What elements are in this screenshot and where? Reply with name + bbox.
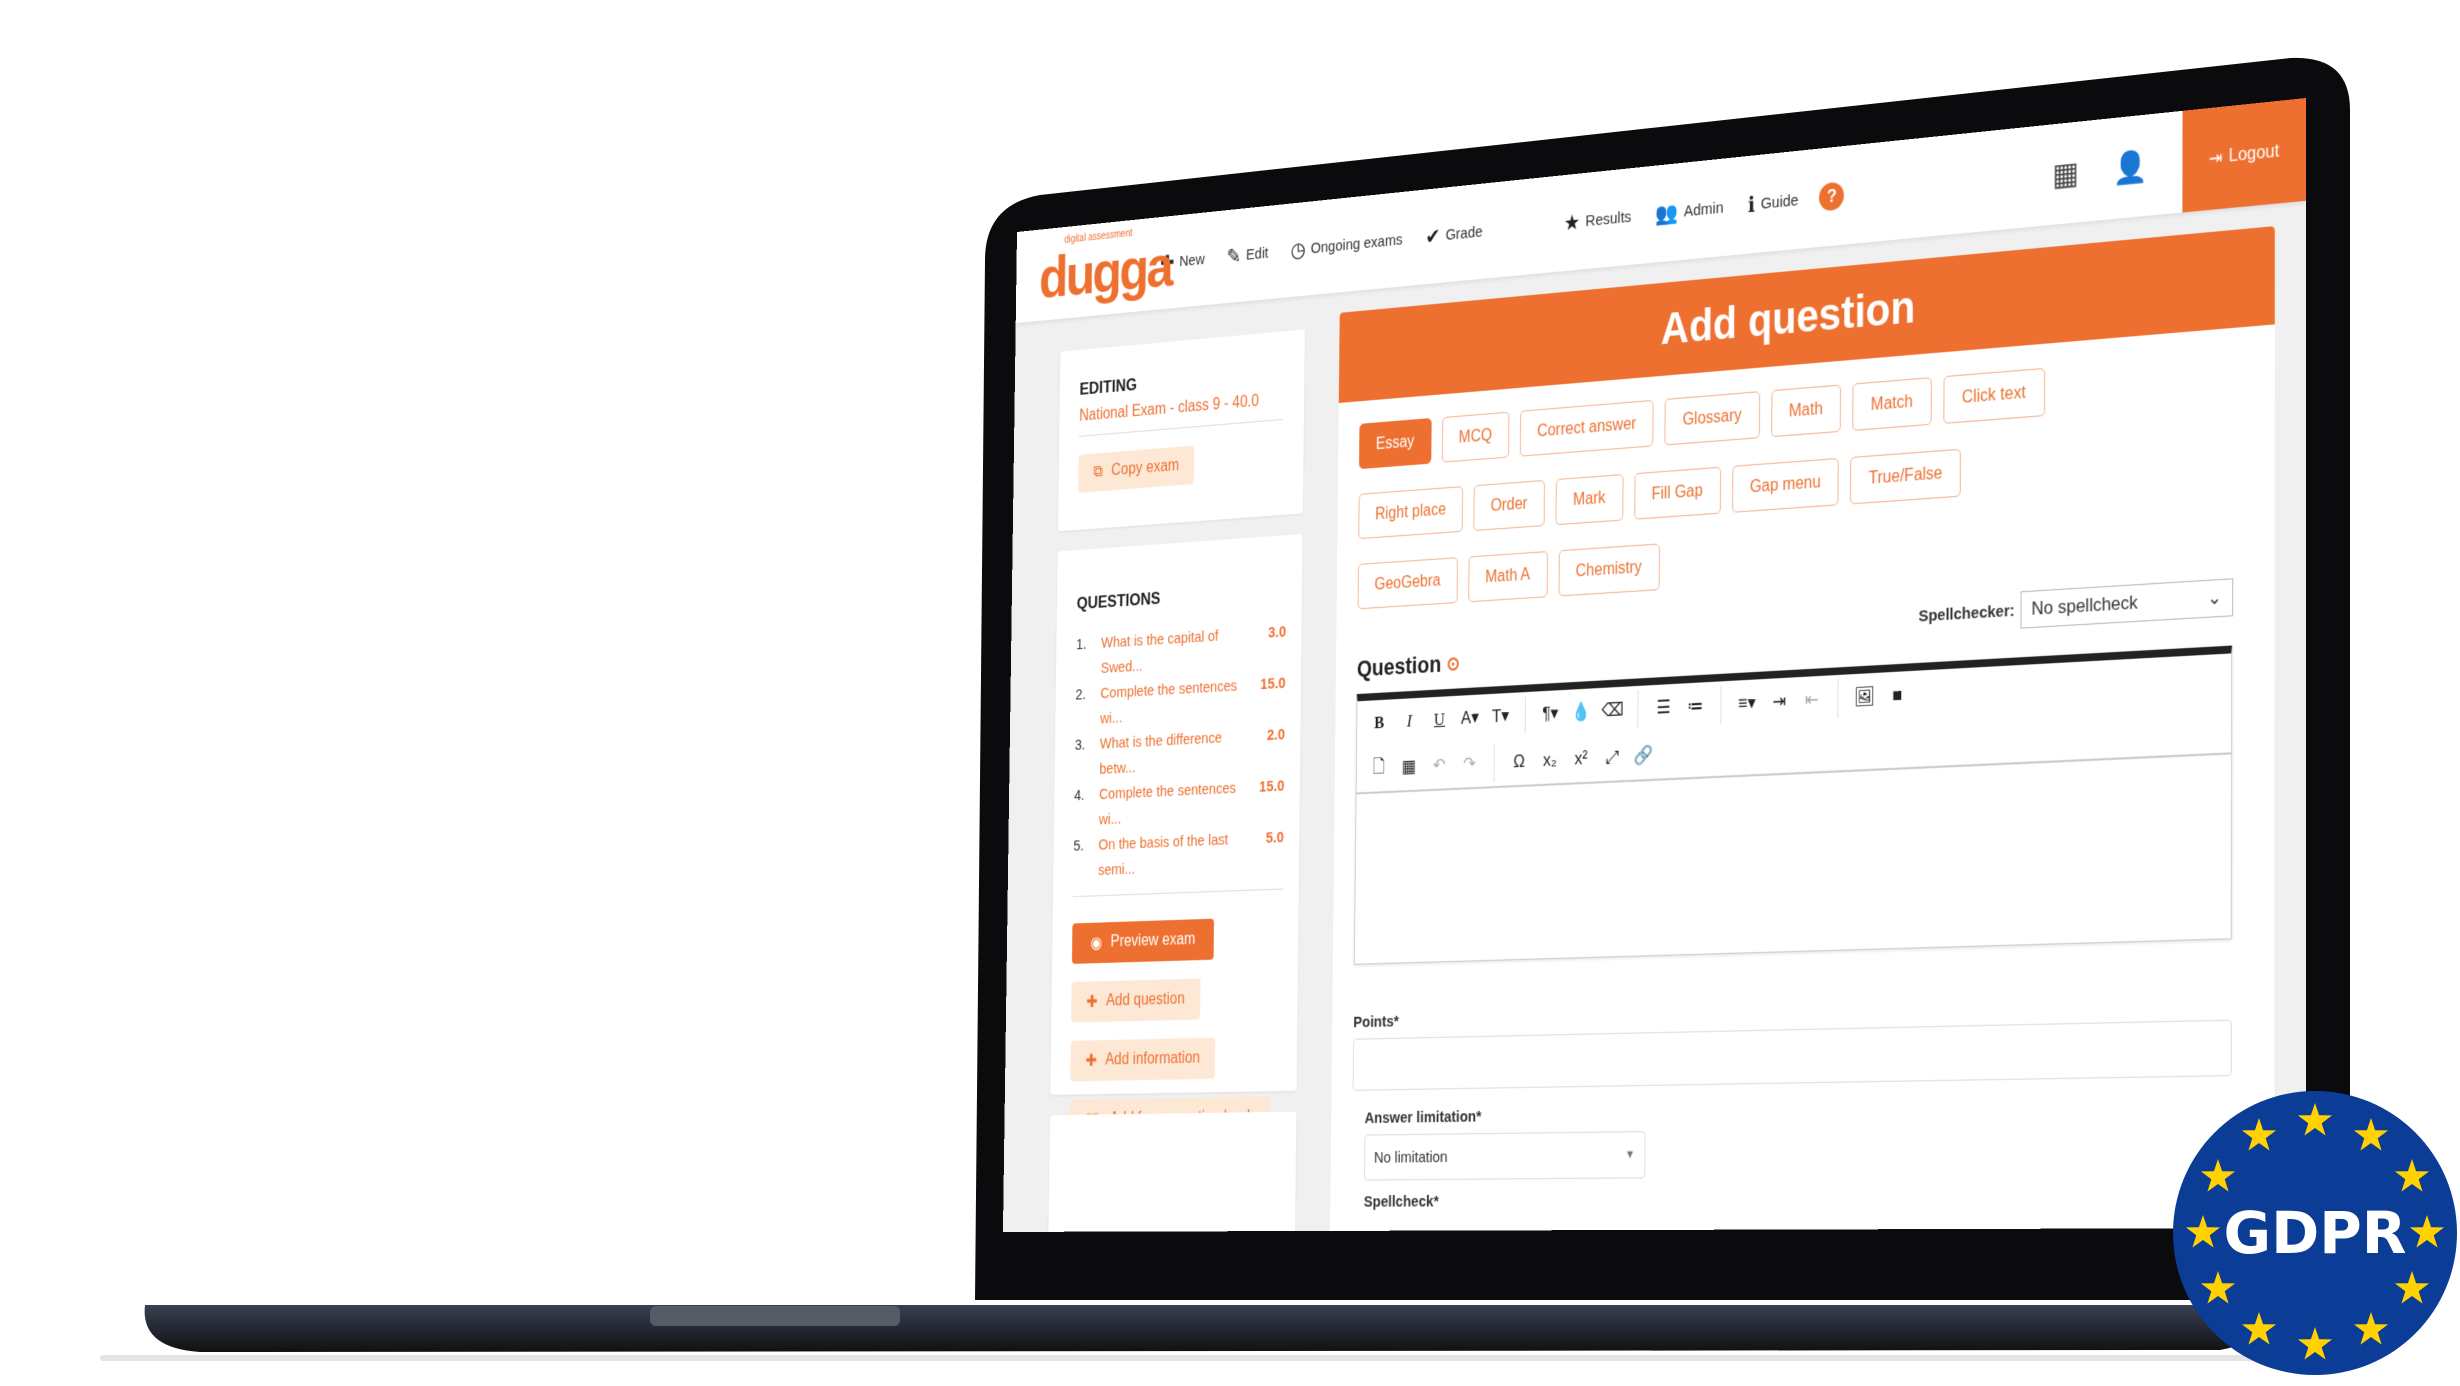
gdpr-badge: GDPR xyxy=(0,0,2460,1386)
gdpr-text: GDPR xyxy=(2224,1199,2407,1267)
marketing-image: digital assessment dugga ✚ New ✎ Edit ◷ Ong… xyxy=(0,0,2460,1386)
